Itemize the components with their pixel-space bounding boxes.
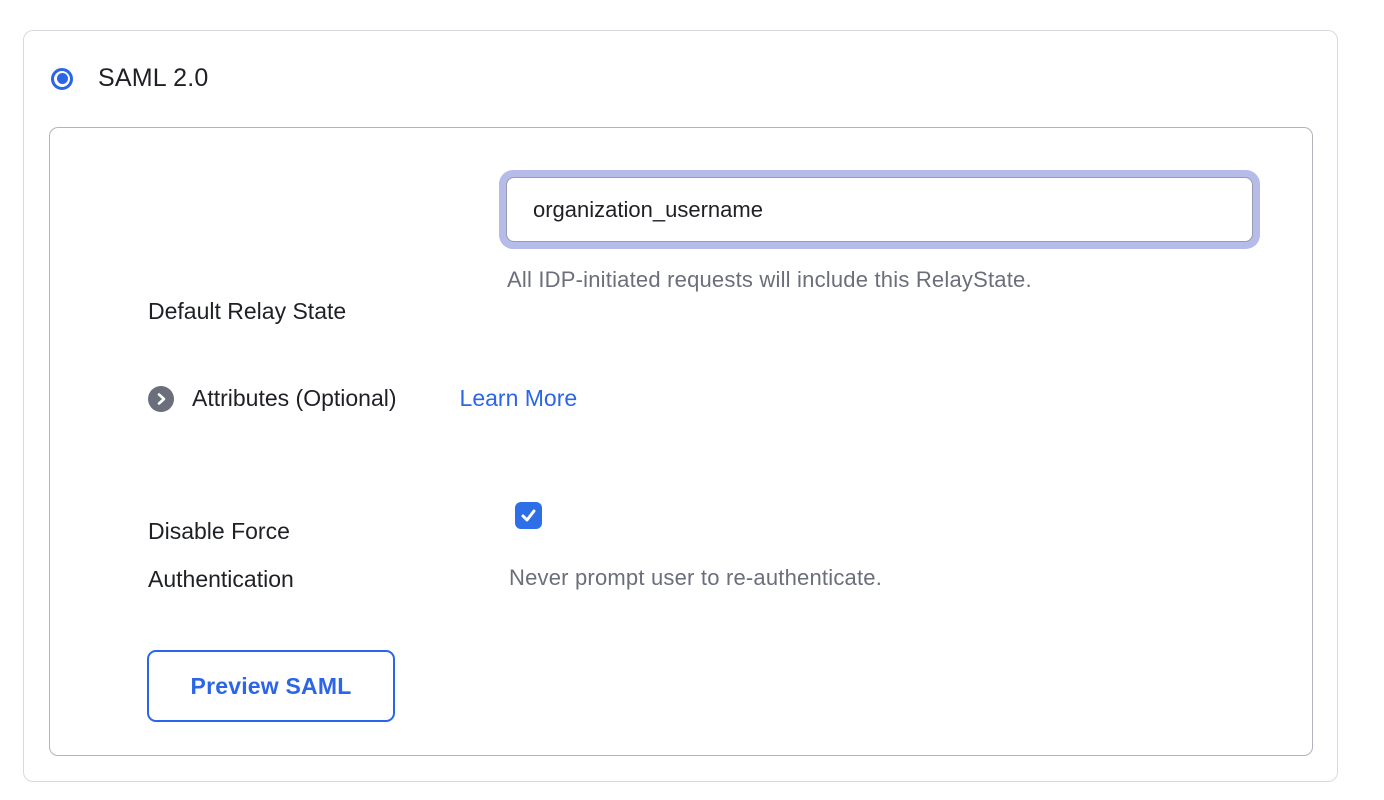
radio-selected-dot: [57, 73, 68, 84]
learn-more-link[interactable]: Learn More: [460, 385, 578, 412]
attributes-label: Attributes (Optional): [192, 385, 397, 412]
saml-radio-button[interactable]: [51, 68, 73, 90]
preview-saml-button[interactable]: Preview SAML: [147, 650, 395, 722]
relay-state-focus-ring: [499, 170, 1260, 249]
force-auth-label: Disable Force Authentication: [148, 507, 428, 603]
relay-state-label: Default Relay State: [148, 287, 346, 335]
relay-state-help: All IDP-initiated requests will include …: [507, 267, 1032, 293]
saml-radio-label: SAML 2.0: [98, 64, 208, 93]
saml-config-panel: Default Relay State All IDP-initiated re…: [49, 127, 1313, 756]
relay-state-input[interactable]: [506, 177, 1253, 242]
force-auth-checkbox[interactable]: [515, 502, 542, 529]
force-auth-help: Never prompt user to re-authenticate.: [509, 565, 882, 591]
expand-chevron-icon[interactable]: [148, 386, 174, 412]
checkmark-icon: [519, 506, 538, 525]
protocol-radio-row[interactable]: SAML 2.0: [51, 64, 208, 93]
attributes-section-row: Attributes (Optional) Learn More: [148, 385, 577, 412]
chevron-right-icon: [154, 392, 168, 406]
saml-settings-card: SAML 2.0 Default Relay State All IDP-ini…: [23, 30, 1338, 782]
